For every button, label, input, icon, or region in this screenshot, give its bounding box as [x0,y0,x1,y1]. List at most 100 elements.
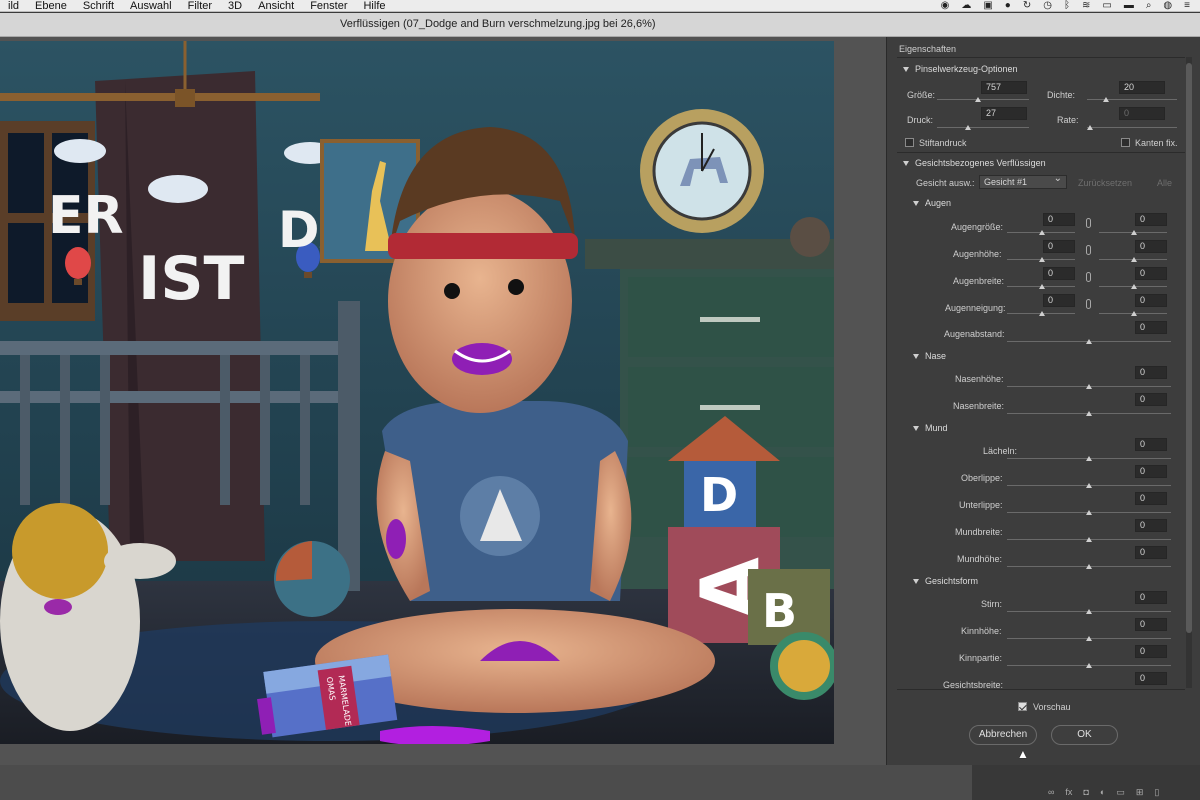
brush-pressure-slider[interactable] [937,127,1029,128]
link-icon[interactable] [1086,245,1091,255]
pin-edges-checkbox[interactable] [1121,138,1130,147]
all-button: Alle [1157,178,1173,188]
menu-select[interactable]: Auswahl [122,0,180,12]
spotlight-icon[interactable]: ⌕ [1146,0,1152,12]
status-tray: ◉ ☁ ▣ ● ↻ ◷ ᛒ ≋ ▭ ▬ ⌕ ◍ ≡ [941,0,1200,12]
eye-tilt-label: Augenneigung: [945,303,1006,313]
preview-checkbox[interactable] [1018,702,1027,711]
nose-height-field[interactable]: 0 [1135,366,1167,379]
menu-type[interactable]: Schrift [75,0,122,12]
user-icon[interactable]: ◍ [1163,0,1172,12]
clipboard-icon[interactable]: ▣ [983,0,992,12]
scrollbar-thumb[interactable] [1186,63,1192,633]
trash-icon[interactable]: ▯ [1154,787,1159,798]
smile-field[interactable]: 0 [1135,438,1167,451]
upper-lip-knob[interactable] [1086,483,1092,488]
eye-width-left-knob[interactable] [1039,284,1045,289]
record-icon[interactable]: ◉ [941,0,950,12]
time-machine-icon[interactable]: ◷ [1043,0,1052,12]
chin-height-knob[interactable] [1086,636,1092,641]
chin-height-field[interactable]: 0 [1135,618,1167,631]
eye-tilt-right-field[interactable]: 0 [1135,294,1167,307]
brush-pressure-field[interactable]: 27 [981,107,1027,120]
eye-height-left-knob[interactable] [1039,257,1045,262]
brush-size-field[interactable]: 757 [981,81,1027,94]
link-icon[interactable] [1086,272,1091,282]
image-canvas[interactable]: ER IST DA D A B OMAS MARMELADE [0,41,834,744]
brush-pressure-knob[interactable] [965,125,971,130]
brush-density-field[interactable]: 20 [1119,81,1165,94]
folder-icon[interactable]: ▭ [1116,787,1125,798]
section-nose[interactable]: Nase [913,351,946,361]
lower-lip-field[interactable]: 0 [1135,492,1167,505]
eye-width-left-field[interactable]: 0 [1043,267,1075,280]
nose-width-field[interactable]: 0 [1135,393,1167,406]
battery-icon[interactable]: ▬ [1124,0,1134,12]
section-mouth[interactable]: Mund [913,423,948,433]
jawline-knob[interactable] [1086,663,1092,668]
section-face-shape[interactable]: Gesichtsform [913,576,978,586]
eye-size-right-field[interactable]: 0 [1135,213,1167,226]
mouth-height-field[interactable]: 0 [1135,546,1167,559]
adjustment-icon[interactable]: ◐ [1100,787,1105,798]
mask-icon[interactable]: ◘ [1083,787,1088,798]
skype-icon[interactable]: ● [1005,0,1011,12]
menu-3d[interactable]: 3D [220,0,250,12]
link-icon[interactable] [1086,218,1091,228]
notification-icon[interactable]: ≡ [1184,0,1190,12]
menu-layer[interactable]: Ebene [27,0,75,12]
eye-size-right-knob[interactable] [1131,230,1137,235]
section-eyes[interactable]: Augen [913,198,951,208]
mouth-width-knob[interactable] [1086,537,1092,542]
eye-size-left-knob[interactable] [1039,230,1045,235]
link-layers-icon[interactable]: ∞ [1048,787,1054,798]
nose-height-knob[interactable] [1086,384,1092,389]
link-icon[interactable] [1086,299,1091,309]
eye-height-left-field[interactable]: 0 [1043,240,1075,253]
panel-scrollbar[interactable] [1186,57,1192,688]
brush-rate-label: Rate: [1057,115,1079,125]
section-brush-options[interactable]: Pinselwerkzeug-Optionen [903,64,1018,74]
eye-tilt-right-knob[interactable] [1131,311,1137,316]
new-layer-icon[interactable]: ⊞ [1136,787,1144,798]
select-face-dropdown[interactable]: Gesicht #1 [979,173,1067,189]
forehead-knob[interactable] [1086,609,1092,614]
lower-lip-knob[interactable] [1086,510,1092,515]
eye-height-right-knob[interactable] [1131,257,1137,262]
section-face-aware[interactable]: Gesichtsbezogenes Verflüssigen [903,158,1046,168]
wifi-icon[interactable]: ≋ [1082,0,1090,12]
fx-icon[interactable]: fx [1065,787,1072,798]
eye-width-right-knob[interactable] [1131,284,1137,289]
eye-height-right-field[interactable]: 0 [1135,240,1167,253]
menu-help[interactable]: Hilfe [355,0,393,12]
brush-size-slider[interactable] [937,99,1029,100]
smile-knob[interactable] [1086,456,1092,461]
menu-image[interactable]: ild [0,0,27,12]
stylus-pressure-checkbox[interactable] [905,138,914,147]
face-width-field[interactable]: 0 [1135,672,1167,685]
brush-size-knob[interactable] [975,97,981,102]
eye-width-right-field[interactable]: 0 [1135,267,1167,280]
forehead-field[interactable]: 0 [1135,591,1167,604]
mouth-height-knob[interactable] [1086,564,1092,569]
upper-lip-field[interactable]: 0 [1135,465,1167,478]
cancel-button[interactable]: Abbrechen [969,725,1037,745]
ok-button[interactable]: OK [1051,725,1118,745]
airplay-icon[interactable]: ▭ [1102,0,1111,12]
eye-tilt-left-knob[interactable] [1039,311,1045,316]
brush-density-knob[interactable] [1103,97,1109,102]
bluetooth-icon[interactable]: ᛒ [1064,0,1070,12]
sync-icon[interactable]: ↻ [1023,0,1031,12]
eye-distance-field[interactable]: 0 [1135,321,1167,334]
brush-density-slider[interactable] [1087,99,1177,100]
nose-width-knob[interactable] [1086,411,1092,416]
menu-view[interactable]: Ansicht [250,0,302,12]
menu-filter[interactable]: Filter [180,0,220,12]
jawline-field[interactable]: 0 [1135,645,1167,658]
menu-window[interactable]: Fenster [302,0,355,12]
mouth-width-field[interactable]: 0 [1135,519,1167,532]
cloud-icon[interactable]: ☁ [961,0,971,12]
eye-tilt-left-field[interactable]: 0 [1043,294,1075,307]
eye-size-left-field[interactable]: 0 [1043,213,1075,226]
eye-distance-knob[interactable] [1086,339,1092,344]
